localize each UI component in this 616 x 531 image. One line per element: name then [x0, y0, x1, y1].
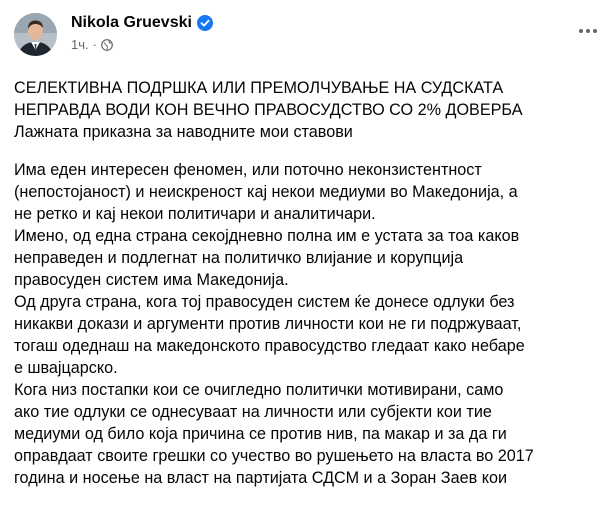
post-title-line: СЕЛЕКТИВНА ПОДРШКА ИЛИ ПРЕМОЛЧУВАЊЕ НА С… — [14, 79, 504, 97]
body-line: Од друга страна, кога тој правосуден сис… — [14, 293, 515, 311]
body-line: не ретко и кај некои политичари и аналит… — [14, 205, 376, 223]
body-line: никакви докази и аргументи против личнос… — [14, 315, 522, 333]
post-meta: 1ч. · — [71, 37, 113, 52]
post-timestamp[interactable]: 1ч. — [71, 37, 89, 52]
body-line: ако тие одлуки се однесуваат на личности… — [14, 403, 492, 421]
body-line: (непостојаност) и неискреност кај некои … — [14, 183, 518, 201]
body-line: неправеден и подлегнат на политичко влиј… — [14, 249, 464, 267]
body-line: медиуми од било која причина се против н… — [14, 425, 507, 443]
body-line: Има еден интересен феномен, или поточно … — [14, 161, 482, 179]
body-line: Кога низ постапки кои се очигледно полит… — [14, 381, 504, 399]
author-name-row: Nikola Gruevski — [71, 14, 213, 32]
avatar-image — [14, 13, 57, 56]
author-name[interactable]: Nikola Gruevski — [71, 14, 192, 32]
post-subtitle: Лажната приказна за наводните мои ставов… — [14, 123, 353, 141]
body-line: правосуден систем има Македонија. — [14, 271, 289, 289]
body-line: е швајцарско. — [14, 359, 118, 377]
post-title-line: НЕПРАВДА ВОДИ КОН ВЕЧНО ПРАВОСУДСТВО СО … — [14, 101, 523, 119]
body-line: тогаш одеднаш на македонското правосудст… — [14, 337, 525, 355]
post-text: СЕЛЕКТИВНА ПОДРШКА ИЛИ ПРЕМОЛЧУВАЊЕ НА С… — [14, 77, 614, 489]
meta-separator: · — [92, 37, 97, 52]
globe-icon[interactable] — [101, 38, 113, 51]
more-options-icon[interactable] — [574, 21, 602, 41]
avatar[interactable] — [14, 13, 57, 56]
body-line: година и носење на власт на партијата СД… — [14, 469, 507, 487]
body-line: оправдаат своите грешки со учество во ру… — [14, 447, 534, 465]
verified-badge-icon — [196, 15, 213, 31]
post-header: Nikola Gruevski 1ч. · — [14, 13, 610, 57]
facebook-post: Nikola Gruevski 1ч. · СЕЛЕКТИВНА ПОДРШКА… — [0, 0, 616, 531]
body-line: Имено, од една страна секојдневно полна … — [14, 227, 520, 245]
